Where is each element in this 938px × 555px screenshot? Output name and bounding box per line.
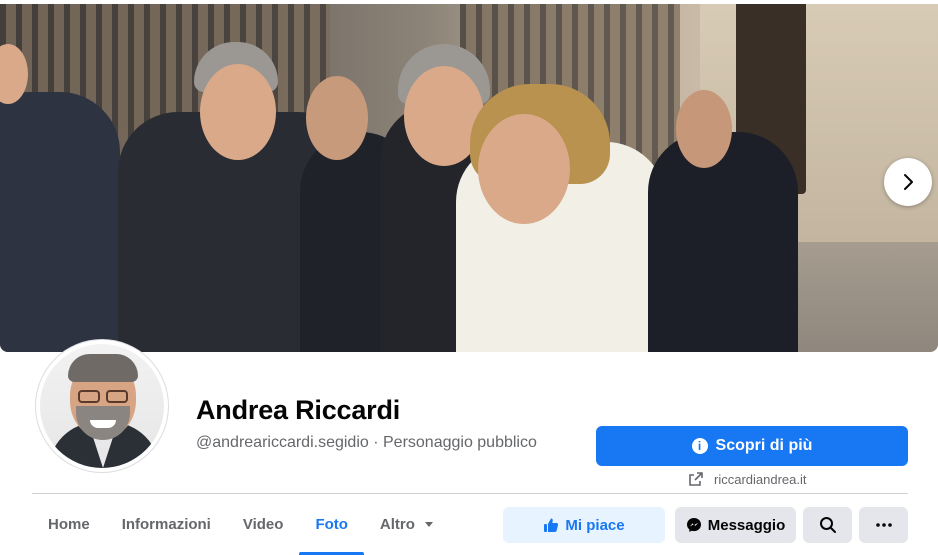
cover-photo[interactable] (0, 4, 938, 352)
person-silhouette (648, 132, 798, 352)
message-label: Messaggio (707, 516, 786, 534)
page-subtitle: @andreariccardi.segidio · Personaggio pu… (196, 434, 537, 451)
person-silhouette (0, 92, 120, 352)
messenger-icon (686, 518, 701, 532)
tab-foto[interactable]: Foto (299, 494, 365, 555)
chevron-right-icon (904, 174, 913, 190)
info-icon: i (691, 438, 708, 454)
tab-informazioni[interactable]: Informazioni (106, 494, 227, 555)
learn-more-button[interactable]: i Scopri di più (596, 426, 908, 466)
profile-avatar[interactable] (36, 340, 168, 472)
thumbs-up-icon (544, 518, 559, 532)
tab-home[interactable]: Home (32, 494, 106, 555)
search-icon (819, 517, 836, 533)
website-link[interactable]: riccardiandrea.it (688, 471, 807, 487)
tab-altro[interactable]: Altro (364, 494, 449, 555)
like-label: Mi piace (565, 516, 625, 534)
more-icon (875, 523, 892, 527)
more-button[interactable] (859, 507, 908, 543)
cover-next-button[interactable] (884, 158, 932, 206)
external-link-icon (689, 472, 703, 486)
like-button[interactable]: Mi piace (503, 507, 665, 543)
caret-down-icon (424, 522, 433, 527)
page-title: Andrea Riccardi (196, 395, 401, 425)
learn-more-label: Scopri di più (715, 437, 813, 454)
search-button[interactable] (803, 507, 852, 543)
website-label: riccardiandrea.it (714, 471, 807, 487)
page-tabs: Home Informazioni Video Foto Altro (32, 494, 449, 555)
message-button[interactable]: Messaggio (675, 507, 796, 543)
tab-video[interactable]: Video (227, 494, 300, 555)
